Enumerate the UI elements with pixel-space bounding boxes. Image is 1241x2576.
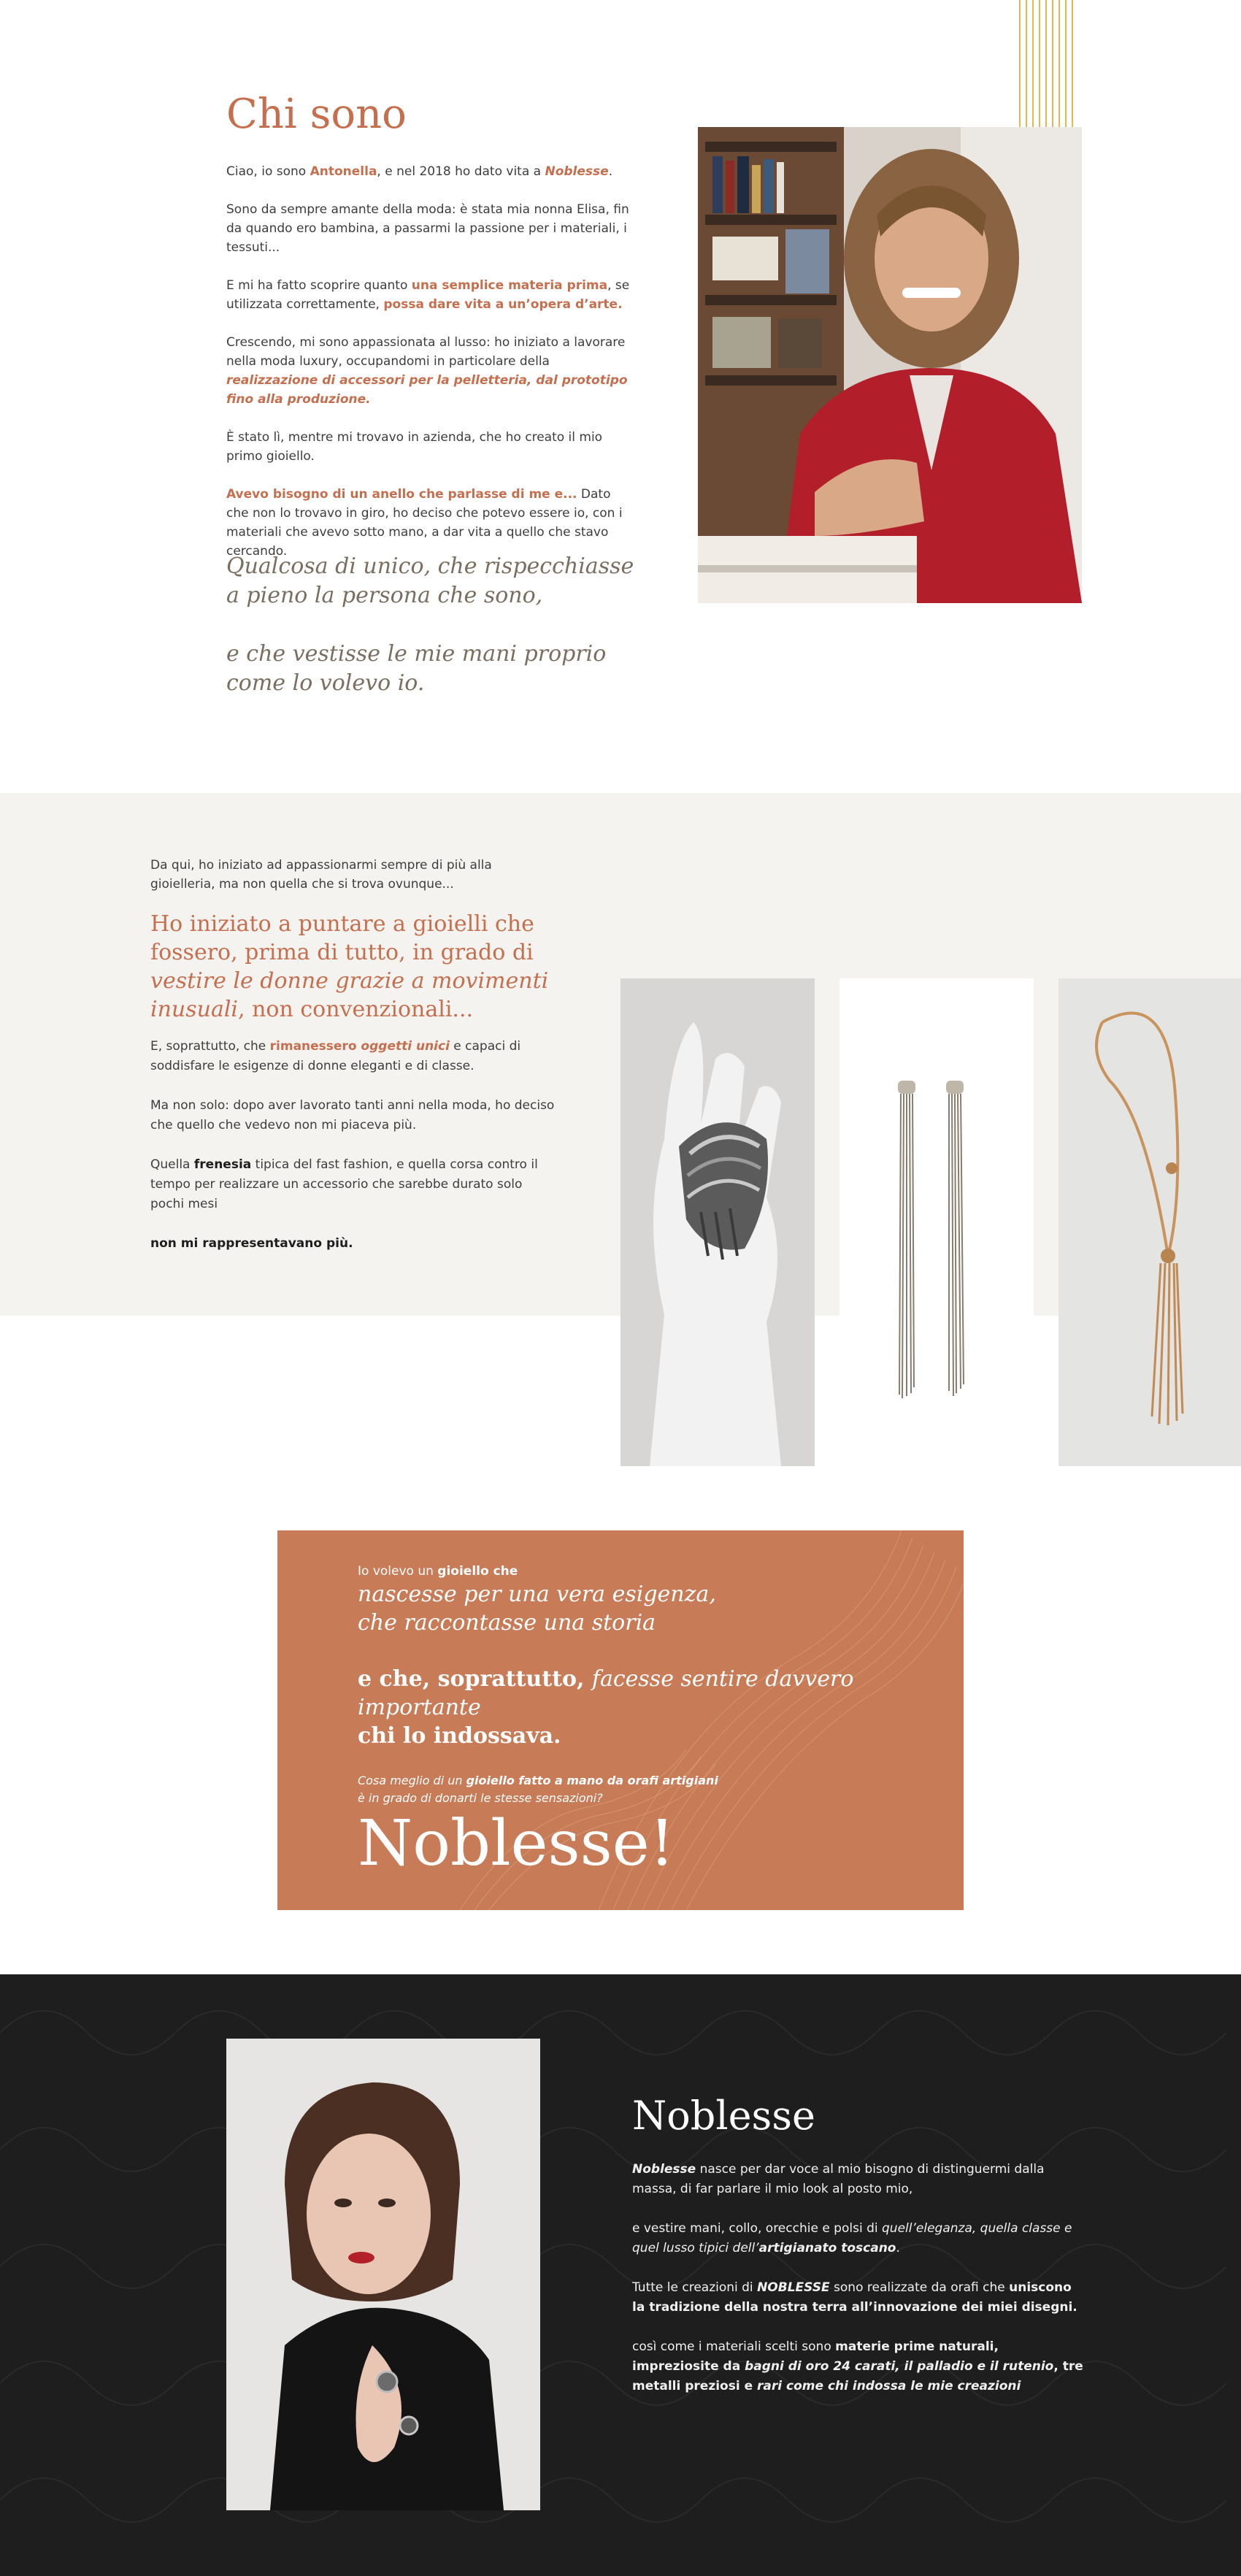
noblesse-banner: Io volevo un gioiello che nascesse per u…: [277, 1530, 964, 1910]
about-paragraph: E mi ha fatto scoprire quanto una sempli…: [226, 278, 630, 312]
necklace-photo: [1058, 978, 1241, 1466]
banner-line: chi lo indossava.: [358, 1723, 561, 1749]
banner-line: che raccontasse una storia: [358, 1610, 656, 1636]
banner-note: Cosa meglio di un gioiello fatto a mano …: [358, 1774, 718, 1787]
earrings-photo: [840, 978, 1034, 1466]
journey-heading: Ho iniziato a puntare a gioielli che fos…: [150, 911, 549, 1022]
about-paragraph: Avevo bisogno di un anello che parlasse …: [226, 487, 623, 559]
brand-title: Noblesse: [632, 2093, 815, 2139]
about-paragraph: È stato lì, mentre mi trovavo in azienda…: [226, 430, 603, 464]
about-paragraph: Ciao, io sono Antonella, e nel 2018 ho d…: [226, 164, 613, 179]
about-paragraph: Crescendo, mi sono appassionata al lusso…: [226, 335, 628, 407]
about-quote: Qualcosa di unico, che rispecchiasse a p…: [226, 553, 634, 696]
brand-paragraph: Tutte le creazioni di NOBLESSE sono real…: [632, 2280, 1077, 2315]
banner-line: e che, soprattutto, facesse sentire davv…: [358, 1666, 854, 1720]
about-section: Chi sono Ciao, io sono Antonella, e nel …: [0, 0, 1241, 793]
antonella-photo: [698, 127, 1082, 603]
banner-intro: Io volevo un gioiello che: [358, 1564, 518, 1579]
brand-paragraph: Noblesse nasce per dar voce al mio bisog…: [632, 2162, 1045, 2196]
banner-line: nascesse per una vera esigenza,: [358, 1582, 716, 1607]
page-title: Chi sono: [226, 91, 407, 138]
journey-paragraph: Quella frenesia tipica del fast fashion,…: [150, 1157, 538, 1211]
journey-paragraph: non mi rappresentavano più.: [150, 1236, 353, 1251]
brand-paragraph: e vestire mani, collo, orecchie e polsi …: [632, 2221, 1072, 2255]
brand-text: Noblesse nasce per dar voce al mio bisog…: [632, 2160, 1085, 2396]
journey-text: E, soprattutto, che rimanessero oggetti …: [150, 1037, 559, 1273]
journey-paragraph: E, soprattutto, che rimanessero oggetti …: [150, 1039, 521, 1073]
journey-intro: Da qui, ho iniziato ad appassionarmi sem…: [150, 858, 492, 892]
journey-paragraph: Ma non solo: dopo aver lavorato tanti an…: [150, 1098, 555, 1132]
banner-note: è in grado di donarti le stesse sensazio…: [358, 1791, 603, 1805]
about-paragraph: Sono da sempre amante della moda: è stat…: [226, 202, 629, 255]
ring-photo: [620, 978, 815, 1466]
banner-brand: Noblesse!: [358, 1807, 675, 1880]
brand-paragraph: così come i materiali scelti sono materi…: [632, 2339, 1083, 2393]
model-photo: [226, 2039, 540, 2510]
about-text: Ciao, io sono Antonella, e nel 2018 ho d…: [226, 162, 635, 580]
